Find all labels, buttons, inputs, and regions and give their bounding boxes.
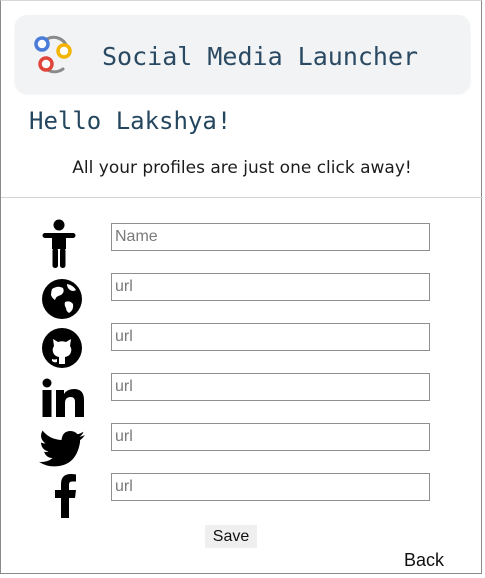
header-card: Social Media Launcher: [15, 15, 470, 93]
twitter-icon: [39, 419, 87, 469]
twitter-url-input[interactable]: [111, 423, 430, 451]
form-row-twitter: [1, 419, 483, 469]
github-icon: [39, 319, 87, 369]
person-icon: [39, 219, 87, 269]
globe-icon: [39, 269, 87, 319]
form-row-website: [1, 269, 483, 319]
save-button[interactable]: Save: [205, 525, 257, 548]
back-link[interactable]: Back: [404, 550, 444, 571]
launcher-logo-icon: [34, 35, 72, 74]
form-row-linkedin: [1, 369, 483, 419]
tagline: All your profiles are just one click awa…: [72, 158, 412, 178]
linkedin-url-input[interactable]: [111, 373, 430, 401]
form-row-facebook: [1, 469, 483, 519]
linkedin-icon: [39, 369, 87, 419]
popup-window: Social Media Launcher Hello Lakshya! All…: [0, 0, 483, 574]
form-row-github: [1, 319, 483, 369]
name-input[interactable]: [111, 223, 430, 251]
facebook-url-input[interactable]: [111, 473, 430, 501]
form-row-name: [1, 219, 483, 269]
github-url-input[interactable]: [111, 323, 430, 351]
app-title: Social Media Launcher: [102, 42, 419, 71]
greeting-heading: Hello Lakshya!: [29, 107, 232, 135]
facebook-icon: [39, 469, 87, 519]
website-url-input[interactable]: [111, 273, 430, 301]
divider: [1, 197, 483, 198]
